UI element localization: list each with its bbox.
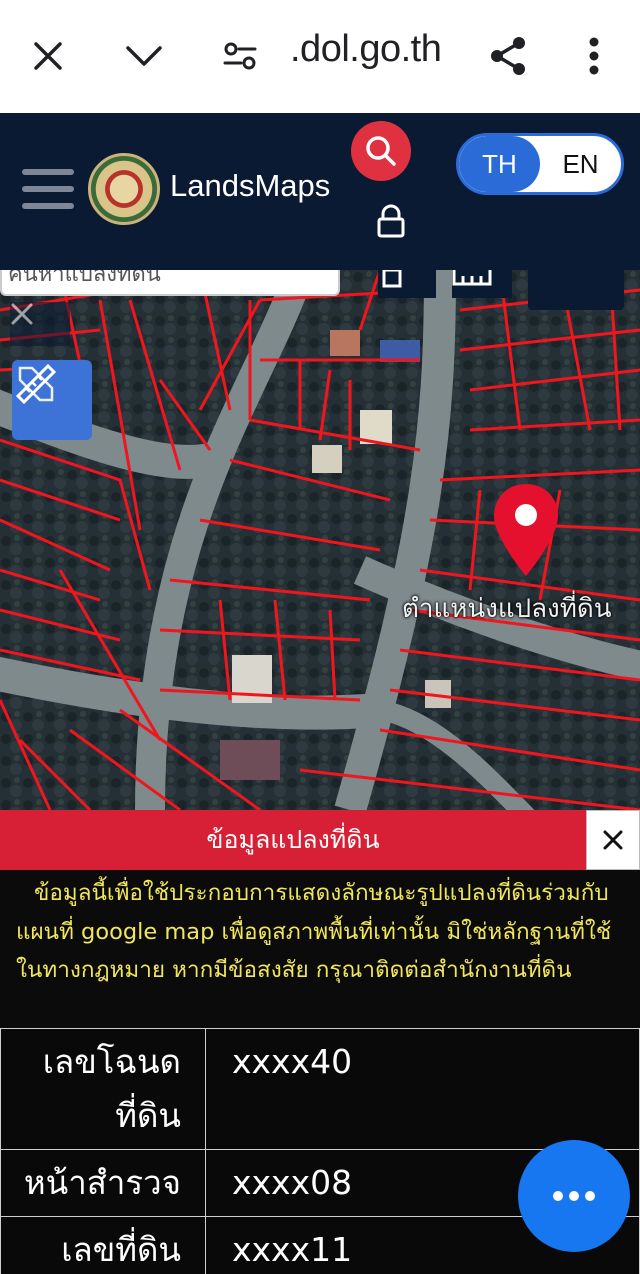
- location-pin-icon[interactable]: [490, 480, 562, 580]
- language-toggle[interactable]: TH EN: [456, 133, 624, 195]
- close-icon: [603, 830, 623, 850]
- measure-tool-icon: [15, 363, 57, 405]
- map-ruler-button[interactable]: [452, 270, 512, 298]
- layers-button[interactable]: [528, 270, 624, 310]
- more-options-fab[interactable]: [518, 1140, 630, 1252]
- map-search-input[interactable]: ค้นหาแปลงที่ดิน: [0, 270, 340, 296]
- search-icon: [366, 136, 396, 166]
- measure-tool-button[interactable]: [12, 360, 92, 440]
- close-icon[interactable]: [10, 302, 70, 346]
- satellite-map[interactable]: ค้นหาแปลงที่ดิน ตำแหน่งแปลงที่ดิน: [0, 270, 640, 810]
- layers-icon: [528, 270, 572, 272]
- site-settings-icon[interactable]: [214, 30, 266, 82]
- map-tool-button[interactable]: [378, 270, 436, 298]
- deed-number-value: xxxx40: [205, 1028, 640, 1150]
- search-button[interactable]: [351, 121, 411, 181]
- survey-page-label: หน้าสำรวจ: [0, 1149, 206, 1217]
- more-horizontal-icon: [553, 1191, 595, 1201]
- panel-title: ข้อมูลแปลงที่ดิน: [206, 825, 380, 854]
- chevron-down-icon[interactable]: [118, 30, 170, 82]
- close-icon[interactable]: [22, 30, 74, 82]
- table-row: เลขโฉนดที่ดิน xxxx40: [0, 1028, 640, 1150]
- land-number-label: เลขที่ดิน: [0, 1216, 206, 1274]
- menu-icon[interactable]: [22, 169, 74, 213]
- app-header: LandsMaps TH EN: [0, 113, 640, 270]
- disclaimer-notice: ข้อมูลนี้เพื่อใช้ประกอบการแสดงลักษณะรูปแ…: [0, 870, 640, 1028]
- panel-close-button[interactable]: [586, 810, 640, 870]
- lang-en-option[interactable]: EN: [540, 136, 621, 192]
- panel-title-bar: ข้อมูลแปลงที่ดิน: [0, 810, 586, 870]
- browser-toolbar: .dol.go.th: [0, 0, 640, 113]
- more-vertical-icon[interactable]: [568, 30, 620, 82]
- dol-logo: [88, 153, 160, 225]
- brand-name: LandsMaps: [170, 168, 331, 203]
- parcel-location-label: ตำแหน่งแปลงที่ดิน: [402, 594, 612, 624]
- deed-number-label: เลขโฉนดที่ดิน: [0, 1028, 206, 1150]
- url-bar[interactable]: .dol.go.th: [290, 28, 442, 71]
- share-icon[interactable]: [482, 30, 534, 82]
- lang-th-option[interactable]: TH: [459, 136, 540, 192]
- lock-icon[interactable]: [373, 203, 409, 239]
- disclaimer-text: ข้อมูลนี้เพื่อใช้ประกอบการแสดงลักษณะรูปแ…: [16, 880, 612, 983]
